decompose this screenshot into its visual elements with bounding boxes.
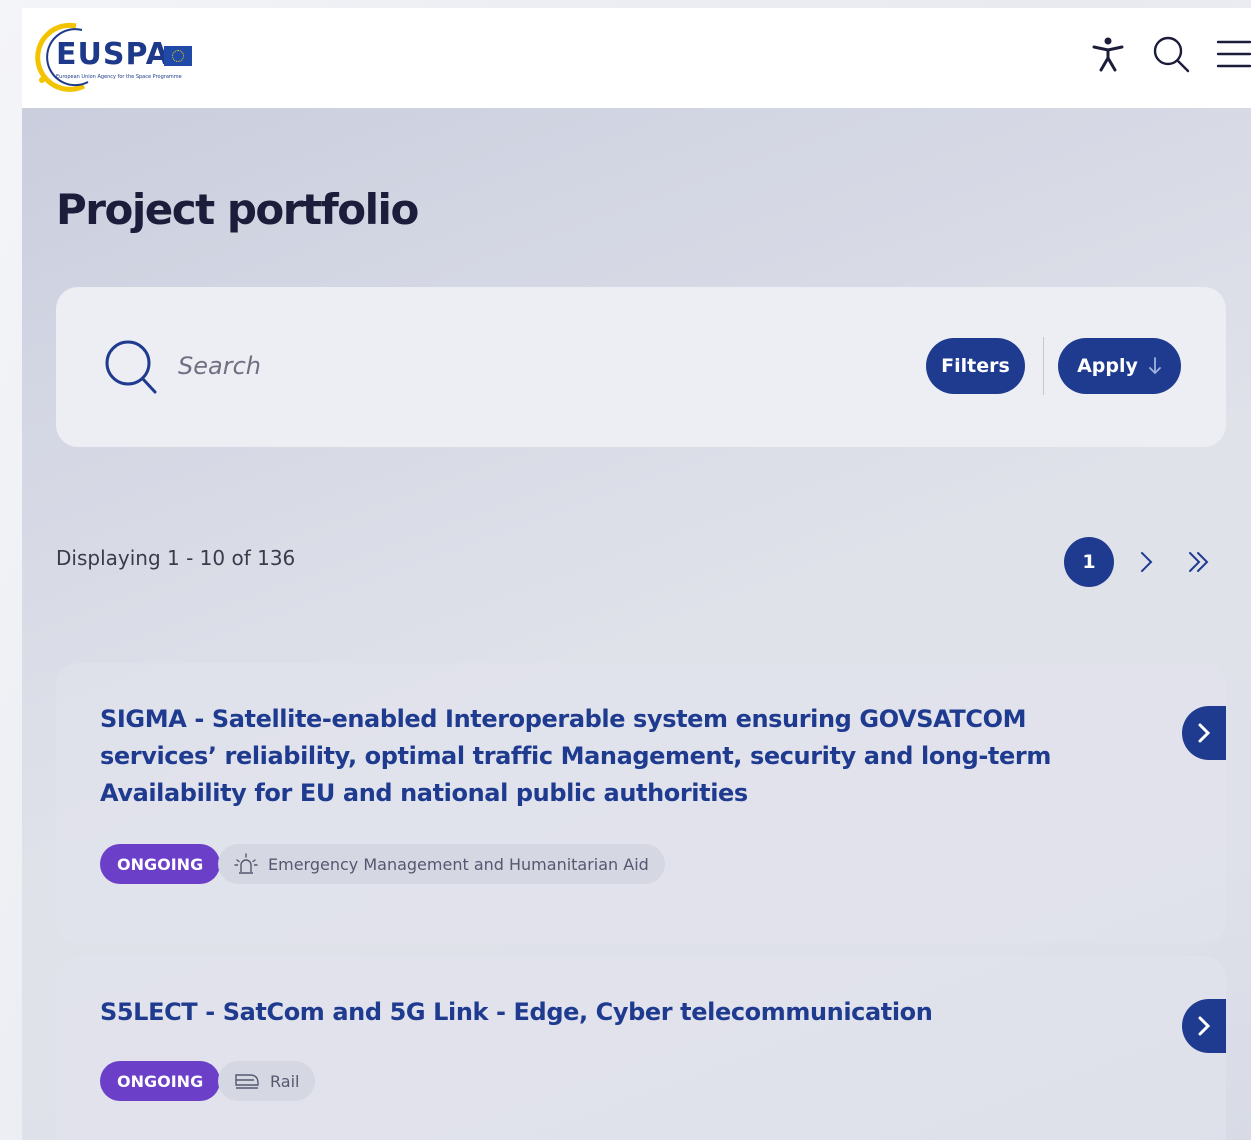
category-label: Rail — [270, 1071, 300, 1091]
chevron-right-icon[interactable] — [1129, 545, 1163, 579]
apply-button[interactable]: Apply — [1058, 338, 1181, 394]
divider — [1043, 337, 1044, 395]
filters-button-label: Filters — [941, 355, 1010, 377]
search-icon — [105, 340, 157, 394]
train-icon — [235, 1074, 259, 1089]
pagination-current-page[interactable]: 1 — [1064, 537, 1114, 587]
results-count: Displaying 1 - 10 of 136 — [56, 546, 296, 570]
chevron-right-icon — [1198, 1016, 1211, 1036]
page: EUSPA European Union Agency for the Spac… — [22, 8, 1251, 1140]
apply-button-label: Apply — [1077, 355, 1138, 377]
filters-button[interactable]: Filters — [926, 338, 1025, 394]
double-chevron-right-icon[interactable] — [1182, 545, 1216, 579]
status-badge: ONGOING — [100, 1061, 221, 1101]
category-label: Emergency Management and Humanitarian Ai… — [268, 854, 649, 874]
project-card[interactable]: SIGMA - Satellite-enabled Interoperable … — [56, 663, 1226, 943]
search-input[interactable] — [176, 343, 780, 389]
chevron-right-icon — [1198, 723, 1211, 743]
status-badge: ONGOING — [100, 844, 221, 884]
project-card[interactable]: S5LECT - SatCom and 5G Link - Edge, Cybe… — [56, 956, 1226, 1140]
search-icon[interactable] — [1151, 34, 1191, 74]
arrow-down-icon — [1149, 357, 1161, 375]
search-panel: Filters Apply — [56, 287, 1226, 447]
menu-icon[interactable] — [1214, 34, 1251, 74]
eu-flag-icon — [164, 46, 192, 66]
category-tag: Rail — [218, 1061, 316, 1101]
siren-icon — [234, 853, 258, 874]
category-tag: Emergency Management and Humanitarian Ai… — [218, 844, 665, 884]
open-project-button[interactable] — [1182, 999, 1226, 1053]
page-title: Project portfolio — [56, 185, 419, 234]
logo-text: EUSPA — [56, 37, 170, 72]
accessibility-icon[interactable] — [1088, 34, 1128, 74]
logo-subtext: European Union Agency for the Space Prog… — [56, 74, 182, 80]
site-header: EUSPA European Union Agency for the Spac… — [22, 8, 1251, 108]
euspa-logo[interactable]: EUSPA European Union Agency for the Spac… — [32, 20, 202, 92]
project-title[interactable]: S5LECT - SatCom and 5G Link - Edge, Cybe… — [100, 994, 1140, 1031]
open-project-button[interactable] — [1182, 706, 1226, 760]
project-title[interactable]: SIGMA - Satellite-enabled Interoperable … — [100, 701, 1140, 812]
